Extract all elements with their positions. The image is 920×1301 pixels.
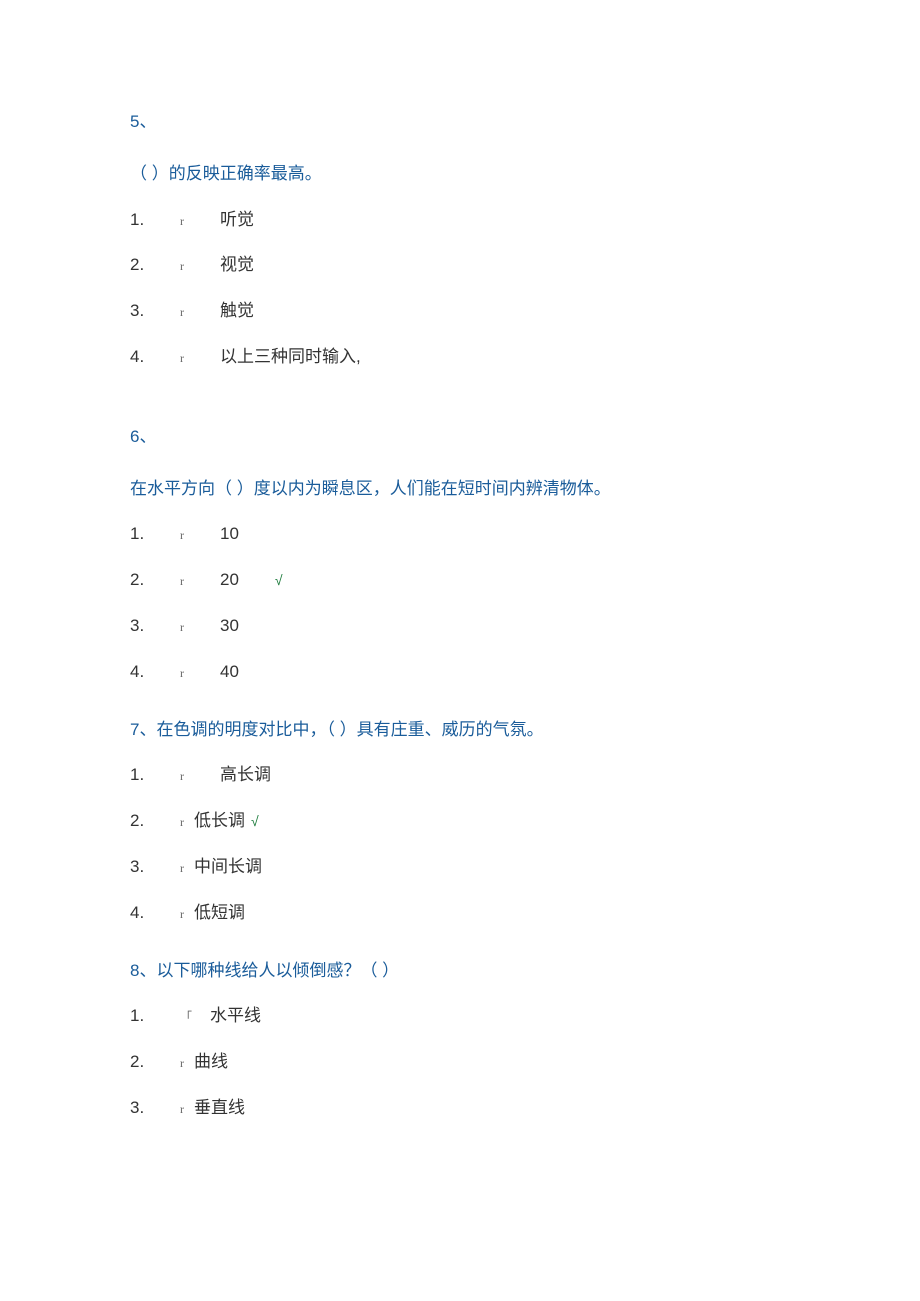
radio-icon[interactable]: r <box>180 906 194 923</box>
option-number: 2. <box>130 1050 180 1074</box>
q7-option-2: 2. r 低长调 √ <box>130 809 860 833</box>
q5-option-4: 4. r 以上三种同时输入, <box>130 345 860 369</box>
option-text: 以上三种同时输入, <box>220 345 361 369</box>
option-text: 中间长调 <box>194 855 262 879</box>
radio-icon[interactable]: r <box>180 665 220 682</box>
radio-icon[interactable]: r <box>180 768 220 785</box>
option-number: 3. <box>130 1096 180 1120</box>
document-page: 5、 （ ）的反映正确率最高。 1. r 听觉 2. r 视觉 3. r 触觉 … <box>0 0 920 1202</box>
option-number: 3. <box>130 299 180 323</box>
q6-option-3: 3. r 30 <box>130 614 860 638</box>
option-text: 触觉 <box>220 299 254 323</box>
q7-option-1: 1. r 高长调 <box>130 763 860 787</box>
radio-icon[interactable]: r <box>180 1055 194 1072</box>
q6-option-1: 1. r 10 <box>130 522 860 546</box>
option-text: 听觉 <box>220 208 254 232</box>
radio-icon[interactable]: r <box>180 258 220 275</box>
option-text: 10 <box>220 522 239 546</box>
q5-option-2: 2. r 视觉 <box>130 253 860 277</box>
option-text: 高长调 <box>220 763 271 787</box>
option-number: 1. <box>130 208 180 232</box>
option-text: 垂直线 <box>194 1096 245 1120</box>
radio-icon[interactable]: r <box>180 213 220 230</box>
radio-icon[interactable]: 「 <box>180 1009 210 1026</box>
radio-icon[interactable]: r <box>180 527 220 544</box>
question-5-number: 5、 <box>130 110 860 134</box>
option-text: 低长调 <box>194 809 245 833</box>
radio-icon[interactable]: r <box>180 304 220 321</box>
question-7-text: 7、在色调的明度对比中，（ ）具有庄重、威历的气氛。 <box>130 718 860 742</box>
question-6-number: 6、 <box>130 425 860 449</box>
q5-option-1: 1. r 听觉 <box>130 208 860 232</box>
radio-icon[interactable]: r <box>180 350 220 367</box>
option-number: 4. <box>130 901 180 925</box>
option-number: 2. <box>130 253 180 277</box>
q8-option-2: 2. r 曲线 <box>130 1050 860 1074</box>
question-6-text: 在水平方向（ ）度以内为瞬息区，人们能在短时间内辨清物体。 <box>130 477 860 501</box>
q8-option-3: 3. r 垂直线 <box>130 1096 860 1120</box>
radio-icon[interactable]: r <box>180 1101 194 1118</box>
question-8-text: 8、以下哪种线给人以倾倒感？（ ） <box>130 959 860 983</box>
q5-option-3: 3. r 触觉 <box>130 299 860 323</box>
q7-option-3: 3. r 中间长调 <box>130 855 860 879</box>
option-number: 2. <box>130 568 180 592</box>
option-number: 3. <box>130 855 180 879</box>
check-mark-icon: √ <box>275 571 283 591</box>
check-mark-icon: √ <box>251 812 259 832</box>
q8-option-1: 1. 「 水平线 <box>130 1004 860 1028</box>
option-text: 低短调 <box>194 901 245 925</box>
radio-icon[interactable]: r <box>180 814 194 831</box>
question-5-text: （ ）的反映正确率最高。 <box>130 162 860 186</box>
radio-icon[interactable]: r <box>180 860 194 877</box>
option-text: 40 <box>220 660 239 684</box>
radio-icon[interactable]: r <box>180 573 220 590</box>
spacer <box>130 391 860 425</box>
option-text: 20 <box>220 568 239 592</box>
option-number: 4. <box>130 660 180 684</box>
q6-option-2: 2. r 20 √ <box>130 568 860 592</box>
option-text: 视觉 <box>220 253 254 277</box>
option-text: 水平线 <box>210 1004 261 1028</box>
option-number: 2. <box>130 809 180 833</box>
option-number: 1. <box>130 763 180 787</box>
option-text: 30 <box>220 614 239 638</box>
option-text: 曲线 <box>194 1050 228 1074</box>
q6-option-4: 4. r 40 <box>130 660 860 684</box>
option-number: 1. <box>130 1004 180 1028</box>
radio-icon[interactable]: r <box>180 619 220 636</box>
option-number: 3. <box>130 614 180 638</box>
q7-option-4: 4. r 低短调 <box>130 901 860 925</box>
option-number: 4. <box>130 345 180 369</box>
option-number: 1. <box>130 522 180 546</box>
